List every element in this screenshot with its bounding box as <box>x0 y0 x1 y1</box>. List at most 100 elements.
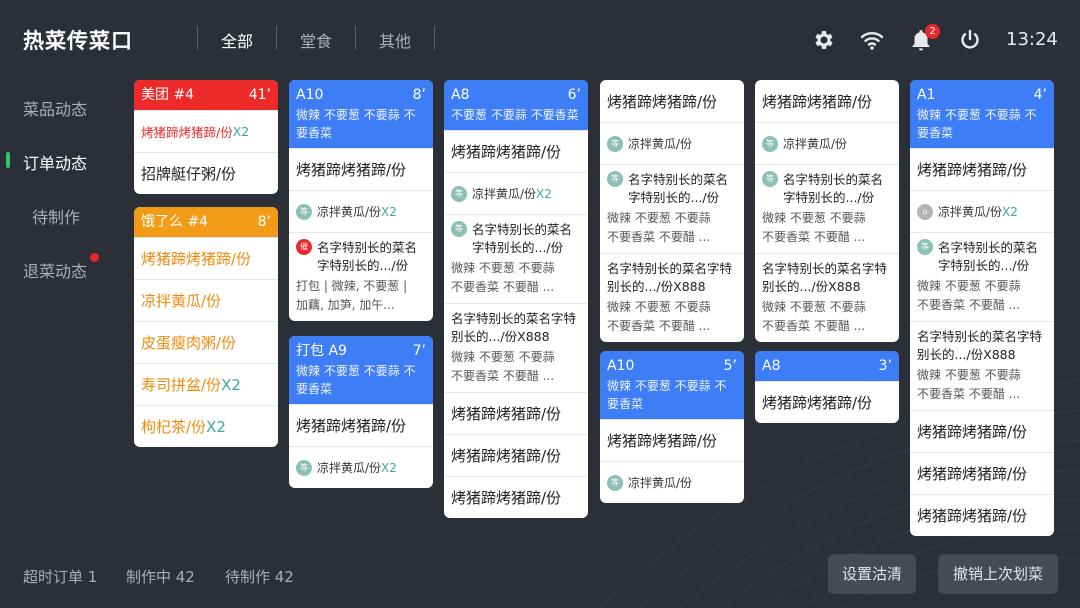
dish-row[interactable]: 等 凉拌黄瓜/份 <box>600 122 744 164</box>
dish-row[interactable]: 烤猪蹄烤猪蹄/份 <box>444 434 588 476</box>
undo-button[interactable]: 撤销上次划菜 <box>938 554 1058 594</box>
order-note: 微辣 不要葱 不要蒜 不要香菜 <box>607 379 727 411</box>
sidebar-item-returns[interactable]: 退菜动态 <box>23 258 87 282</box>
order-title: A10 <box>296 87 324 103</box>
dish-name: 烤猪蹄烤猪蹄/份 <box>451 143 562 161</box>
dish-note: 不要香菜 不要醋 ... <box>762 319 866 333</box>
dish-name: 名字特别长的菜名字特别长的.../份X888 <box>607 261 733 294</box>
dish-note: 不要香菜 不要醋 ... <box>917 387 1021 401</box>
dish-name: 名字特别长的菜名字特别长的.../份 <box>938 240 1039 273</box>
dish-row[interactable]: 名字特别长的菜名字特别长的.../份X888 微辣 不要葱 不要蒜 不要香菜 不… <box>910 321 1054 410</box>
dish-note: 不要香菜 不要醋 ... <box>607 230 711 244</box>
dish-row[interactable]: 烤猪蹄烤猪蹄/份 <box>444 392 588 434</box>
dish-row[interactable]: 名字特别长的菜名字特别长的.../份X888 微辣 不要葱 不要蒜 不要香菜 不… <box>755 253 899 342</box>
sidebar-item-pending[interactable]: 待制作 <box>32 204 80 228</box>
order-elapsed: 7’ <box>412 343 426 359</box>
dish-row[interactable]: 烤猪蹄烤猪蹄/份 <box>444 476 588 518</box>
tab-dine-in[interactable]: 堂食 <box>276 26 355 51</box>
gear-icon[interactable] <box>811 28 835 52</box>
order-card[interactable]: 烤猪蹄烤猪蹄/份 等 凉拌黄瓜/份 等名字特别长的菜名字特别长的.../份 微辣… <box>600 80 744 342</box>
card-header: 打包 A9 7’ 微辣 不要葱 不要蒜 不要香菜 <box>289 336 433 404</box>
waiting-tag-icon: 等 <box>451 221 467 237</box>
dish-name: 寿司拼盆/份 <box>141 376 222 394</box>
dish-row[interactable]: 等 凉拌黄瓜/份 X2 <box>444 172 588 214</box>
dish-row[interactable]: 等名字特别长的菜名字特别长的.../份 微辣 不要葱 不要蒜 不要香菜 不要醋 … <box>910 232 1054 321</box>
sidebar-item-dish-status[interactable]: 菜品动态 <box>23 96 87 120</box>
dish-row[interactable]: 名字特别长的菜名字特别长的.../份X888 微辣 不要葱 不要蒜 不要香菜 不… <box>600 253 744 342</box>
card-header: 美团 #4 41’ <box>134 80 278 110</box>
dish-row[interactable]: 烤猪蹄烤猪蹄/份 <box>910 494 1054 536</box>
dish-row[interactable]: 凉拌黄瓜/份 <box>134 279 278 321</box>
order-card[interactable]: A10 8’ 微辣 不要葱 不要蒜 不要香菜 烤猪蹄烤猪蹄/份 等 凉拌黄瓜/份 X… <box>289 80 433 321</box>
dish-name: 烤猪蹄烤猪蹄/份 <box>762 92 873 111</box>
dish-name: 名字特别长的菜名字特别长的.../份X888 <box>762 261 888 294</box>
dish-row[interactable]: 烤猪蹄烤猪蹄/份 <box>289 404 433 446</box>
order-card[interactable]: 美团 #4 41’ 烤猪蹄烤猪蹄/份 X2 招牌艇仔粥/份 <box>134 80 278 194</box>
card-header: A1 4’ 微辣 不要葱 不要蒜 不要香菜 <box>910 80 1054 148</box>
returns-alert-dot <box>90 253 99 262</box>
dish-name: 烤猪蹄烤猪蹄/份 <box>141 125 233 140</box>
dish-name: 烤猪蹄烤猪蹄/份 <box>917 465 1028 483</box>
dish-name: 枸杞茶/份 <box>141 418 207 436</box>
dish-row[interactable]: 烤猪蹄烤猪蹄/份 X2 <box>134 110 278 152</box>
top-bar: 热菜传菜口 全部 堂食 其他 2 13:24 <box>0 0 1080 78</box>
dish-row[interactable]: 等名字特别长的菜名字特别长的.../份 微辣 不要葱 不要蒜 不要香菜 不要醋 … <box>444 214 588 303</box>
dish-row[interactable]: 等 凉拌黄瓜/份 X2 <box>289 190 433 232</box>
order-card[interactable]: 烤猪蹄烤猪蹄/份 等 凉拌黄瓜/份 等名字特别长的菜名字特别长的.../份 微辣… <box>755 80 899 342</box>
dish-note: 微辣 不要葱 不要蒜 <box>451 350 555 364</box>
dish-row[interactable]: 等名字特别长的菜名字特别长的.../份 微辣 不要葱 不要蒜 不要香菜 不要醋 … <box>600 164 744 253</box>
filter-tabs: 全部 堂食 其他 <box>197 26 435 51</box>
dish-note: 微辣 不要葱 不要蒜 <box>451 261 555 275</box>
dish-row[interactable]: ⌂ 凉拌黄瓜/份 X2 <box>910 190 1054 232</box>
dish-row[interactable]: 烤猪蹄烤猪蹄/份 <box>755 381 899 423</box>
order-card[interactable]: A8 3’ 烤猪蹄烤猪蹄/份 <box>755 351 899 423</box>
order-elapsed: 4’ <box>1033 87 1047 103</box>
dish-row[interactable]: 名字特别长的菜名字特别长的.../份X888 微辣 不要葱 不要蒜 不要香菜 不… <box>444 303 588 392</box>
dish-row[interactable]: 等名字特别长的菜名字特别长的.../份 微辣 不要葱 不要蒜 不要香菜 不要醋 … <box>755 164 899 253</box>
waiting-tag-icon: 等 <box>762 171 778 187</box>
dish-row[interactable]: 烤猪蹄烤猪蹄/份 <box>910 452 1054 494</box>
dish-name: 名字特别长的菜名字特别长的.../份 <box>317 240 418 273</box>
dish-row[interactable]: 烤猪蹄烤猪蹄/份 <box>600 419 744 461</box>
dish-row[interactable]: 等 凉拌黄瓜/份 X2 <box>289 446 433 488</box>
order-note: 微辣 不要葱 不要蒜 不要香菜 <box>917 108 1037 140</box>
waiting-tag-icon: 等 <box>296 203 312 220</box>
order-card[interactable]: 打包 A9 7’ 微辣 不要葱 不要蒜 不要香菜 烤猪蹄烤猪蹄/份 等 凉拌黄瓜/… <box>289 336 433 488</box>
order-card[interactable]: A8 6’ 不要葱 不要蒜 不要香菜 烤猪蹄烤猪蹄/份 等 凉拌黄瓜/份 X2 等名… <box>444 80 588 518</box>
order-card[interactable]: A1 4’ 微辣 不要葱 不要蒜 不要香菜 烤猪蹄烤猪蹄/份 ⌂ 凉拌黄瓜/份 X2… <box>910 80 1054 536</box>
dish-note: 微辣 不要葱 不要蒜 <box>917 368 1021 382</box>
tab-all[interactable]: 全部 <box>197 26 276 51</box>
dish-name: 凉拌黄瓜/份 <box>141 292 222 310</box>
dish-row[interactable]: 烤猪蹄烤猪蹄/份 <box>289 148 433 190</box>
sidebar-item-order-status[interactable]: 订单动态 <box>23 150 87 174</box>
order-title: A8 <box>451 87 470 103</box>
dish-row[interactable]: 烤猪蹄烤猪蹄/份 <box>910 148 1054 190</box>
order-title: 美团 #4 <box>141 87 195 103</box>
dish-row[interactable]: 催名字特别长的菜名字特别长的.../份 打包 | 微辣, 不要葱 | 加藕, 加… <box>289 232 433 321</box>
dish-row[interactable]: 烤猪蹄烤猪蹄/份 <box>600 80 744 122</box>
dish-row[interactable]: 皮蛋瘦肉粥/份 <box>134 321 278 363</box>
dish-name: 烤猪蹄烤猪蹄/份 <box>607 432 718 450</box>
dish-row[interactable]: 烤猪蹄烤猪蹄/份 <box>134 237 278 279</box>
card-header: 饿了么 #4 8’ <box>134 207 278 237</box>
dish-row[interactable]: 烤猪蹄烤猪蹄/份 <box>444 130 588 172</box>
tab-other[interactable]: 其他 <box>355 26 434 51</box>
dish-row[interactable]: 招牌艇仔粥/份 <box>134 152 278 194</box>
dish-note: 微辣 不要葱 不要蒜 <box>762 300 866 314</box>
clock: 13:24 <box>1006 29 1058 50</box>
order-elapsed: 8’ <box>257 214 271 230</box>
dish-name: 名字特别长的菜名字特别长的.../份X888 <box>451 311 577 344</box>
dish-row[interactable]: 烤猪蹄烤猪蹄/份 <box>755 80 899 122</box>
dish-row[interactable]: 烤猪蹄烤猪蹄/份 <box>910 410 1054 452</box>
dish-name: 烤猪蹄烤猪蹄/份 <box>917 161 1028 179</box>
dish-row[interactable]: 枸杞茶/份 X2 <box>134 405 278 447</box>
order-card[interactable]: A10 5’ 微辣 不要葱 不要蒜 不要香菜 烤猪蹄烤猪蹄/份 等 凉拌黄瓜/份 <box>600 351 744 503</box>
dish-row[interactable]: 寿司拼盆/份 X2 <box>134 363 278 405</box>
order-note: 微辣 不要葱 不要蒜 不要香菜 <box>296 108 416 140</box>
power-icon[interactable] <box>958 28 982 52</box>
dish-row[interactable]: 等 凉拌黄瓜/份 <box>755 122 899 164</box>
order-card[interactable]: 饿了么 #4 8’ 烤猪蹄烤猪蹄/份 凉拌黄瓜/份 皮蛋瘦肉粥/份 寿司拼盆/份… <box>134 207 278 447</box>
sold-out-button[interactable]: 设置沽清 <box>828 554 916 594</box>
dish-row[interactable]: 等 凉拌黄瓜/份 <box>600 461 744 503</box>
waiting-tag-icon: 等 <box>607 474 623 491</box>
